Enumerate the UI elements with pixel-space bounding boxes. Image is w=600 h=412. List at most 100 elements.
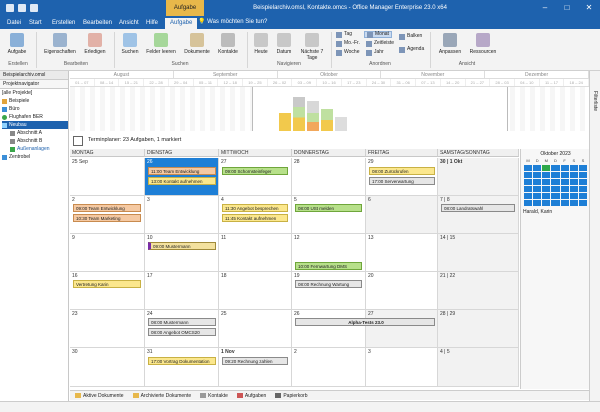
mini-calendar-title[interactable]: Oktober 2023 (521, 151, 590, 157)
timeline-visible-range[interactable] (252, 87, 508, 131)
felder-leeren-button[interactable]: Felder leeren (144, 33, 178, 55)
redo-icon[interactable] (30, 4, 38, 12)
calendar-day-cell[interactable]: 6 (366, 196, 438, 234)
erledigen-button[interactable]: Erledigen (80, 33, 110, 55)
ressourcen-button[interactable]: Ressourcen (467, 33, 499, 55)
appointment[interactable]: 09:00 Mustermann (148, 242, 216, 250)
mini-calendar-day[interactable] (524, 193, 533, 199)
mini-calendar-day[interactable] (569, 165, 578, 171)
mini-calendar-grid[interactable]: MDMDFSS (524, 158, 587, 206)
minimize-button[interactable]: – (534, 0, 556, 16)
undo-icon[interactable] (18, 4, 26, 12)
mini-calendar-day[interactable] (524, 179, 533, 185)
mini-calendar-day[interactable] (524, 172, 533, 178)
heute-button[interactable]: Heute (251, 33, 271, 55)
mini-calendar-day[interactable] (560, 165, 569, 171)
tell-me-search[interactable]: 💡 Was möchten Sie tun? (198, 17, 267, 28)
tab-erstellen[interactable]: Erstellen (47, 18, 80, 29)
mini-calendar-day[interactable] (551, 172, 560, 178)
appointment[interactable]: 13:00 Kontakt aufnehmen (148, 177, 216, 185)
mini-calendar-day[interactable] (524, 200, 533, 206)
bottom-tab-kontakte[interactable]: Kontakte (200, 393, 228, 399)
bottom-tab-papierkorb[interactable]: Papierkorb (275, 393, 308, 399)
tab-datei[interactable]: Datei (2, 18, 26, 29)
view-mofr-button[interactable]: Mo.-Fr. (334, 40, 362, 47)
mini-calendar-day[interactable] (560, 200, 569, 206)
appointment[interactable]: 17:00 Vortrag Dokumentation (148, 357, 216, 365)
appointment[interactable]: 08:00 Landratswahl (441, 204, 515, 212)
calendar-day-cell[interactable]: 2 (292, 348, 366, 387)
mini-calendar-day[interactable] (551, 165, 560, 171)
calendar-day-cell[interactable]: 28 | 29 (438, 310, 519, 348)
mini-calendar-day[interactable] (569, 186, 578, 192)
appointment[interactable]: 17:00 Serverwartung (369, 177, 435, 185)
mini-calendar-day[interactable] (578, 179, 587, 185)
mini-calendar-day[interactable] (569, 172, 578, 178)
tree-item-buero[interactable]: Büro (2, 105, 68, 113)
bottom-tab-archivierte-dokumente[interactable]: Archivierte Dokumente (132, 393, 191, 399)
calendar-day-cell[interactable]: 18 (219, 272, 292, 310)
calendar-day-cell[interactable]: 5 (292, 196, 366, 234)
tree-item-neubau[interactable]: Neubau (2, 121, 68, 129)
appointment[interactable]: 11:45 Kontakt aufnehmen (222, 214, 288, 222)
calendar-day-cell[interactable]: 4 | 5 (438, 348, 519, 387)
mini-calendar-day[interactable] (569, 200, 578, 206)
bottom-tab-aufgaben[interactable]: Aufgaben (236, 393, 266, 399)
mini-calendar-day[interactable] (560, 179, 569, 185)
mini-calendar-day[interactable] (551, 193, 560, 199)
naechste-7-tage-button[interactable]: Nächste 7 Tage (297, 33, 327, 61)
new-task-button[interactable]: Aufgabe (5, 33, 29, 55)
calendar-day-cell[interactable]: 13 (366, 234, 438, 272)
mini-calendar-day[interactable] (542, 179, 551, 185)
appointment[interactable]: 10:00 Fernwartung DMS (295, 262, 362, 270)
timeline-overview[interactable]: August September Oktober November Dezemb… (70, 71, 590, 131)
calendar-day-cell[interactable]: 21 | 22 (438, 272, 519, 310)
mini-calendar-day[interactable] (578, 165, 587, 171)
archive-selector[interactable]: Beispielarchiv.omsl (0, 71, 68, 80)
mini-calendar-day[interactable] (578, 200, 587, 206)
bottom-tab-aktive-dokumente[interactable]: Aktive Dokumente (75, 393, 124, 399)
datum-button[interactable]: Datum (273, 33, 295, 55)
calendar-day-cell[interactable]: 3 (145, 196, 219, 234)
appointment[interactable]: 09:00 Team Entwicklung (73, 204, 141, 212)
appointment[interactable]: Vertretung Karin (73, 280, 141, 288)
tab-hilfe[interactable]: Hilfe (141, 18, 163, 29)
calendar-day-cell[interactable]: 27 (366, 310, 438, 348)
view-woche-button[interactable]: Woche (334, 49, 361, 56)
view-monat-button[interactable]: Monat (364, 31, 392, 38)
appointment[interactable]: 11:30 Angebot besprechen (222, 204, 288, 212)
view-balken-button[interactable]: Balken (397, 33, 424, 40)
mini-calendar-day[interactable] (560, 186, 569, 192)
mini-calendar-day[interactable] (551, 186, 560, 192)
mini-calendar-day[interactable] (542, 186, 551, 192)
anpassen-button[interactable]: Anpassen (435, 33, 465, 55)
calendar-day-cell[interactable]: 1 Nov (219, 348, 292, 387)
appointment[interactable]: 10:30 Team Marketing (73, 214, 141, 222)
appointment[interactable]: 08:00 Mustermann (148, 318, 216, 326)
calendar-day-cell[interactable]: 27 (219, 158, 292, 196)
suchen-button[interactable]: Suchen (118, 33, 142, 55)
tab-bearbeiten[interactable]: Bearbeiten (78, 18, 117, 29)
calendar-day-cell[interactable]: 19 (292, 272, 366, 310)
appointment[interactable]: 08:00 Angebot OMCS20 (148, 328, 216, 336)
mini-calendar-day[interactable] (569, 193, 578, 199)
tree-item-all[interactable]: [alle Projekte] (2, 89, 68, 97)
appointment[interactable]: 08:00 Zurückrufen (369, 167, 435, 175)
mini-calendar-day[interactable] (533, 186, 542, 192)
mini-calendar-day[interactable] (533, 179, 542, 185)
mini-calendar-day[interactable] (533, 165, 542, 171)
appointment[interactable]: 09:20 Rechnung zahlen (222, 357, 288, 365)
calendar-day-cell[interactable]: 30 (70, 348, 145, 387)
calendar-day-cell[interactable]: 25 Sep (70, 158, 145, 196)
kontakte-button[interactable]: Kontakte (215, 33, 241, 55)
calendar-day-cell[interactable]: 26 (292, 310, 366, 348)
mini-calendar-day[interactable] (560, 172, 569, 178)
mini-calendar-day[interactable] (578, 172, 587, 178)
calendar-day-cell[interactable]: 20 (366, 272, 438, 310)
calendar-day-cell[interactable]: 23 (70, 310, 145, 348)
tab-ansicht[interactable]: Ansicht (114, 18, 144, 29)
mini-calendar-day[interactable] (542, 200, 551, 206)
calendar-day-cell[interactable]: 28 (292, 158, 366, 196)
calendar-day-cell[interactable]: 3 (366, 348, 438, 387)
calendar-day-cell[interactable]: 7 | 8 (438, 196, 519, 234)
